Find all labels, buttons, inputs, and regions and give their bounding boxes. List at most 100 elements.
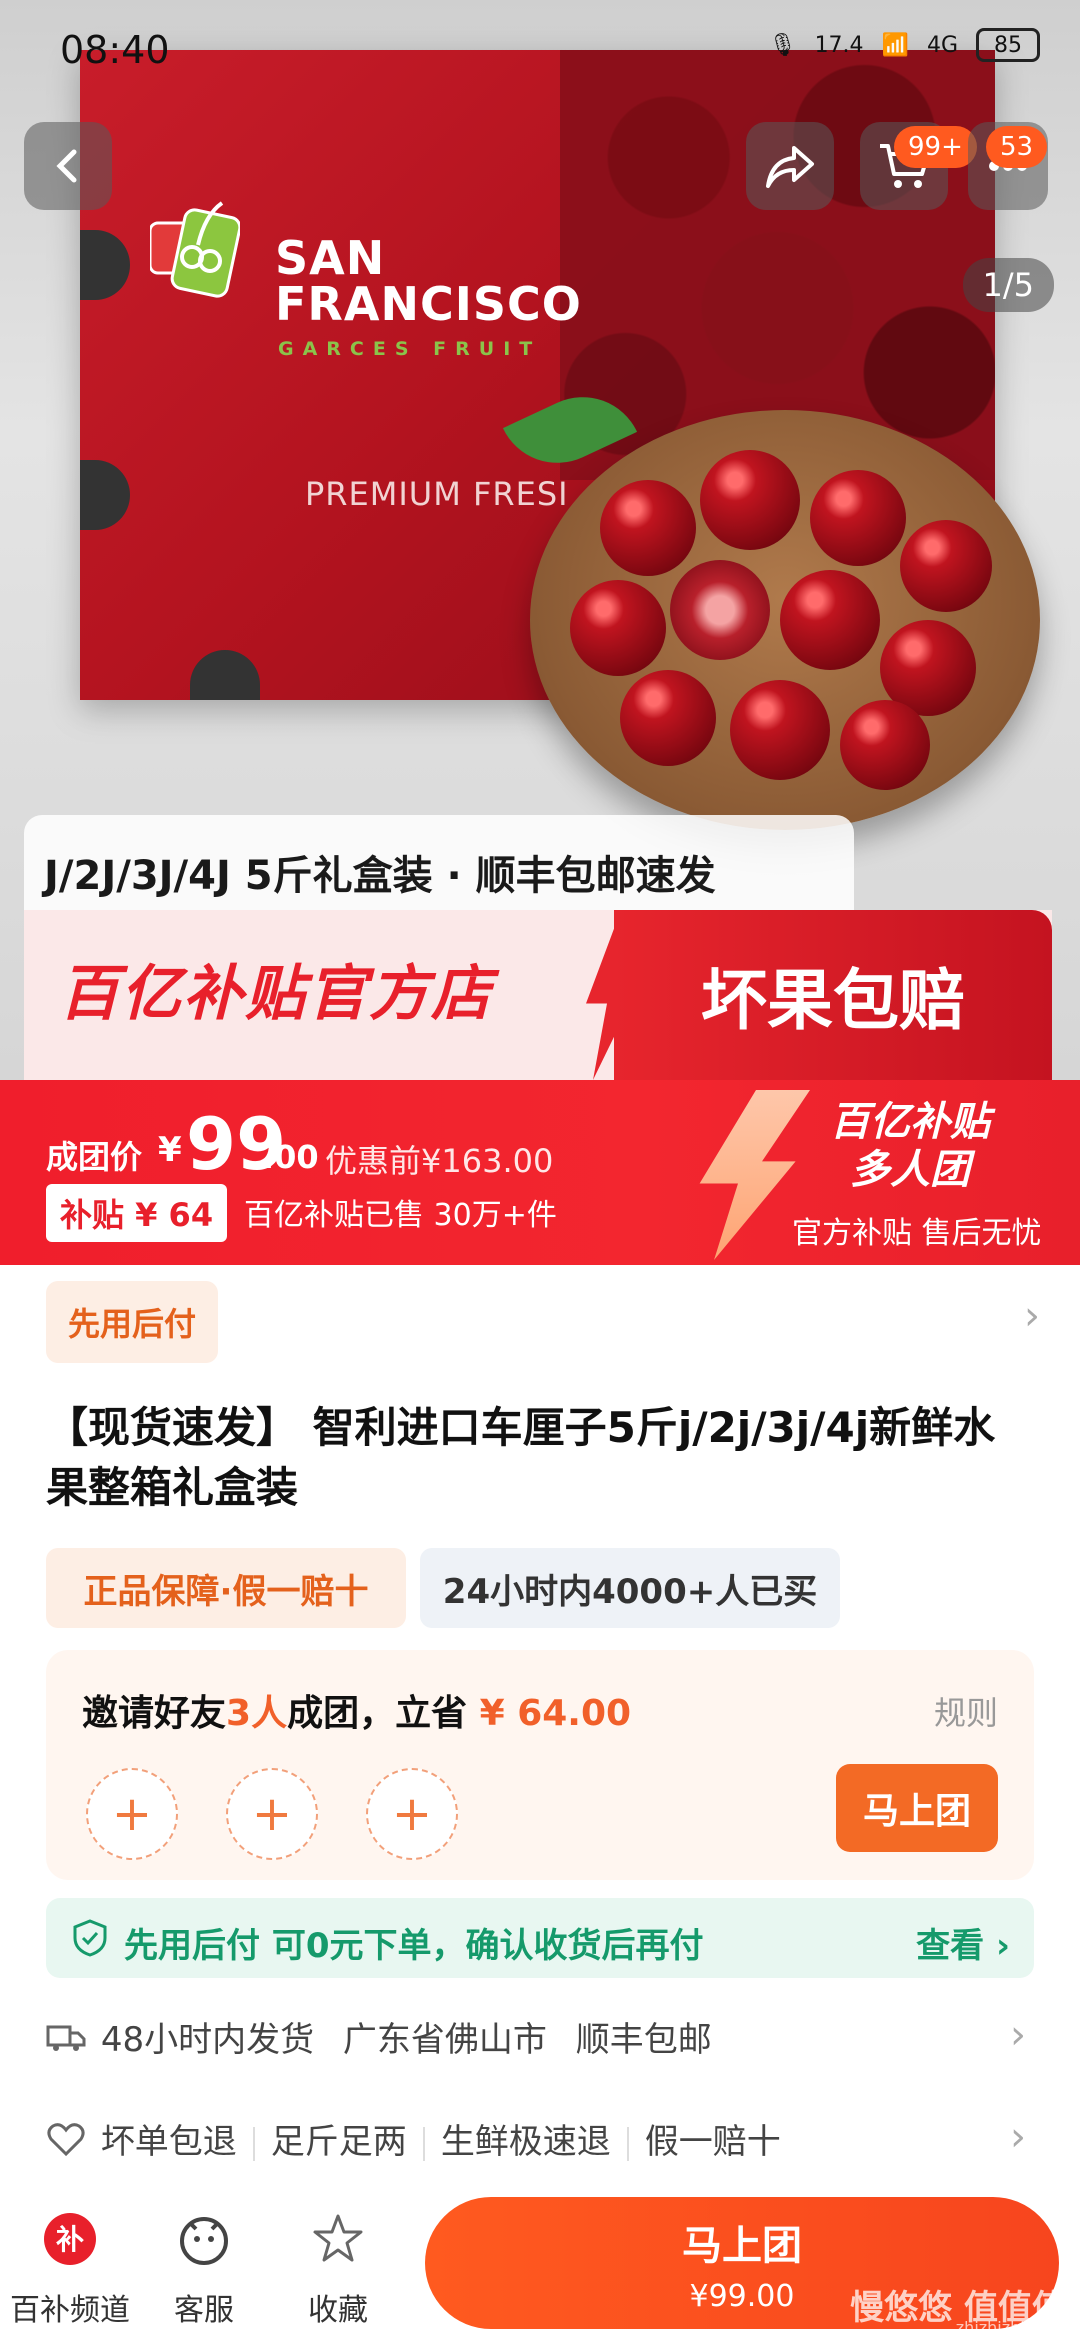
channel-label: 百补频道 bbox=[10, 2293, 130, 2328]
cherry bbox=[700, 450, 800, 550]
guarantee-tag: 正品保障·假一赔十 bbox=[46, 1548, 406, 1628]
promo-official-store: 百亿补贴官方店 bbox=[59, 959, 493, 1029]
brand-subtitle: GARCES FRUIT bbox=[278, 338, 542, 360]
invite-slot-2[interactable]: + bbox=[226, 1768, 318, 1860]
service-item: 假一赔十 bbox=[644, 2122, 781, 2162]
box-notch bbox=[190, 650, 260, 700]
truck-icon bbox=[46, 2021, 90, 2062]
battery-icon: 85 bbox=[976, 28, 1040, 62]
promo-banner: 百亿补贴官方店 坏果包赔 bbox=[24, 910, 1052, 1080]
pay-later-tag: 先用后付 bbox=[46, 1281, 219, 1363]
chevron-left-icon bbox=[56, 149, 77, 183]
customer-service-button[interactable]: 客服 bbox=[134, 2211, 274, 2329]
status-time: 08:40 bbox=[60, 28, 170, 72]
group-rule-link[interactable]: 规则 bbox=[934, 1688, 998, 1734]
share-icon bbox=[766, 146, 814, 188]
ship-carrier: 顺丰包邮 bbox=[575, 2020, 712, 2060]
multi-group-title-line2: 多人团 bbox=[850, 1147, 970, 1193]
bought-count-tag: 24小时内4000+人已买 bbox=[420, 1548, 840, 1628]
join-group-button[interactable]: 马上团 bbox=[836, 1764, 998, 1852]
group-invite-text: 邀请好友3人成团，立省 ¥ 64.00 bbox=[82, 1684, 631, 1736]
service-item: 生鲜极速退 bbox=[440, 2122, 611, 2162]
cherry-bowl-image bbox=[530, 410, 1040, 830]
favorite-button[interactable]: 收藏 bbox=[268, 2211, 408, 2329]
services-row[interactable]: 坏单包退 足斤足两 生鲜极速退 假一赔十 › bbox=[46, 2114, 1046, 2166]
battery-level: 85 bbox=[994, 32, 1022, 58]
original-price: 优惠前¥163.00 bbox=[325, 1142, 554, 1180]
group-buy-card: 邀请好友3人成团，立省 ¥ 64.00 规则 + + + 马上团 bbox=[46, 1650, 1034, 1880]
subsidy-tag: 补贴 ¥ 64 bbox=[46, 1184, 228, 1242]
heart-check-icon bbox=[46, 2121, 90, 2166]
brand-name: SAN FRANCISCO bbox=[275, 235, 582, 327]
group-invite-mid: 成团，立省 bbox=[287, 1693, 468, 1734]
promo-bad-fruit-guarantee: 坏果包赔 bbox=[614, 910, 1052, 1080]
watermark-url: zhizhizhi.com bbox=[955, 2318, 1064, 2337]
price-decimal: .00 bbox=[262, 1138, 319, 1176]
cart-badge: 99+ bbox=[894, 126, 977, 168]
service-item: 坏单包退 bbox=[100, 2122, 237, 2162]
cherry bbox=[900, 520, 992, 612]
brand-name-line2: FRANCISCO bbox=[275, 277, 582, 331]
pay-later-banner[interactable]: 先用后付 可0元下单，确认收货后再付 查看 › bbox=[46, 1898, 1034, 1978]
ship-origin: 广东省佛山市 bbox=[342, 2020, 547, 2060]
chevron-right-icon: › bbox=[1024, 1293, 1040, 1339]
brand-name-line1: SAN bbox=[275, 231, 386, 285]
pay-later-text: 先用后付 可0元下单，确认收货后再付 bbox=[124, 1926, 704, 1966]
chevron-right-icon: › bbox=[1010, 2012, 1026, 2058]
invite-slot-1[interactable]: + bbox=[86, 1768, 178, 1860]
multi-group-subtitle: 官方补贴 售后无忧 bbox=[792, 1216, 1042, 1251]
cherry bbox=[780, 570, 880, 670]
group-invite-pre: 邀请好友 bbox=[82, 1693, 227, 1734]
sold-count: 百亿补贴已售 30万+件 bbox=[244, 1198, 557, 1233]
cherry bbox=[570, 580, 666, 676]
star-icon bbox=[313, 2214, 363, 2262]
promo-spec-line: J/2J/3J/4J 5斤礼盒装 · 顺丰包邮速发 bbox=[24, 815, 854, 915]
shield-check-icon bbox=[73, 1919, 107, 1957]
status-bar: 08:40 🎙 17.4 📶 4G 85 bbox=[0, 0, 1080, 100]
channel-button[interactable]: 补 百补频道 bbox=[0, 2211, 140, 2329]
cherry bbox=[600, 480, 696, 576]
svg-text:补: 补 bbox=[56, 2223, 84, 2256]
group-save-amount: ¥ 64.00 bbox=[467, 1693, 632, 1734]
cherry bbox=[840, 700, 930, 790]
group-invite-count: 3人 bbox=[226, 1693, 288, 1734]
favorite-label: 收藏 bbox=[308, 2293, 368, 2328]
price-bar: 成团价 ¥ 99 .00 优惠前¥163.00 补贴 ¥ 64 百亿补贴已售 3… bbox=[0, 1080, 1080, 1265]
multi-group-title-line1: 百亿补贴 bbox=[830, 1099, 990, 1145]
brand-premium-text: PREMIUM FRESI bbox=[305, 475, 569, 513]
share-button[interactable] bbox=[746, 122, 834, 210]
multi-group-title: 百亿补贴 多人团 bbox=[830, 1098, 990, 1194]
price-currency: ¥ bbox=[158, 1130, 182, 1170]
image-counter: 1/5 bbox=[962, 258, 1054, 312]
more-badge: 53 bbox=[986, 126, 1048, 168]
brand-logo-icon bbox=[150, 201, 240, 298]
chevron-right-icon: › bbox=[1010, 2114, 1026, 2160]
network-speed: 17.4 bbox=[814, 32, 864, 58]
box-notch bbox=[80, 460, 130, 530]
cherry bbox=[620, 670, 716, 766]
divider bbox=[422, 2126, 425, 2161]
divider bbox=[626, 2126, 629, 2161]
signal-label: 4G bbox=[926, 32, 958, 58]
cherry bbox=[730, 680, 830, 780]
pay-later-view-link[interactable]: 查看 › bbox=[916, 1918, 1010, 1967]
pay-later-row[interactable]: 先用后付 › bbox=[0, 1265, 1080, 1375]
invite-slot-3[interactable]: + bbox=[366, 1768, 458, 1860]
product-title: 【现货速发】 智利进口车厘子5斤j/2j/3j/4j新鲜水果整箱礼盒装 bbox=[46, 1403, 996, 1512]
cherry bbox=[810, 470, 906, 566]
group-price-label: 成团价 bbox=[46, 1138, 143, 1176]
cherry-half bbox=[670, 560, 770, 660]
box-notch bbox=[80, 230, 130, 300]
status-icons: 🎙 17.4 📶 4G 85 bbox=[769, 28, 1040, 62]
divider bbox=[252, 2126, 255, 2161]
back-button[interactable] bbox=[24, 122, 112, 210]
service-item: 足斤足两 bbox=[270, 2122, 407, 2162]
ship-time: 48小时内发货 bbox=[100, 2020, 315, 2060]
shipping-row[interactable]: 48小时内发货 广东省佛山市 顺丰包邮 › bbox=[46, 2012, 1046, 2062]
service-label: 客服 bbox=[174, 2293, 234, 2328]
wifi-icon: 📶 bbox=[881, 32, 909, 58]
cta-title: 马上团 bbox=[682, 2223, 802, 2269]
subsidy-channel-icon: 补 bbox=[44, 2213, 96, 2265]
mic-icon: 🎙 bbox=[768, 32, 797, 58]
customer-service-icon bbox=[180, 2217, 228, 2265]
